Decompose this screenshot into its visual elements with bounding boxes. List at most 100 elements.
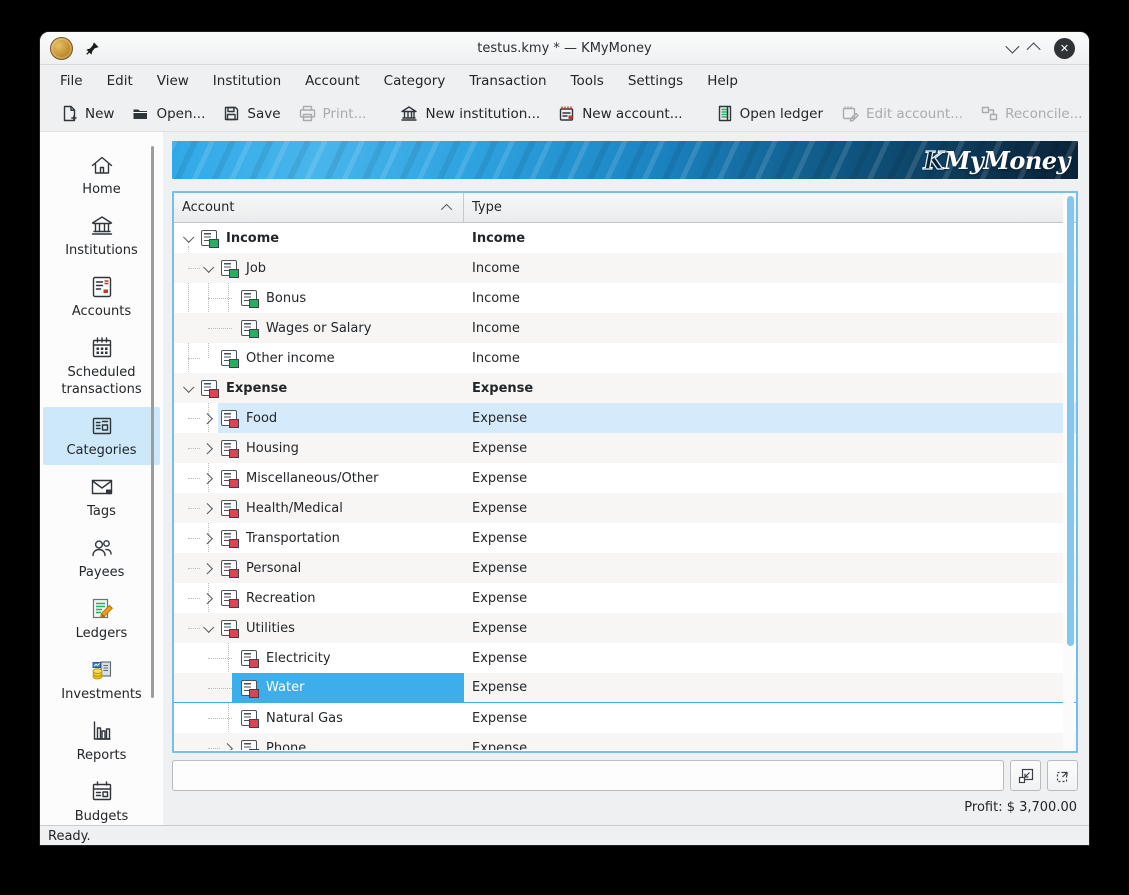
expander-icon[interactable] [180, 230, 196, 246]
new-account-button[interactable]: New account... [549, 101, 691, 126]
app-coin-icon [50, 37, 73, 60]
kmymoney-logo: KMyMoney [923, 146, 1078, 175]
expander-icon[interactable] [200, 500, 216, 516]
column-header-account[interactable]: Account [174, 193, 464, 222]
expander-icon[interactable] [200, 530, 216, 546]
tree-row-bonus[interactable]: Bonus Income [174, 283, 1076, 313]
expense-category-icon [241, 680, 257, 696]
investments-icon [89, 656, 115, 683]
expander-icon[interactable] [200, 260, 216, 276]
sidebar-item-institutions[interactable]: Institutions [43, 207, 160, 265]
menu-category[interactable]: Category [372, 69, 458, 93]
income-category-icon [241, 290, 257, 306]
tree-row-other-income[interactable]: Other income Income [174, 343, 1076, 373]
menu-help[interactable]: Help [695, 69, 750, 93]
expander-icon[interactable] [200, 410, 216, 426]
pin-icon[interactable] [85, 41, 100, 56]
sidebar-scrollbar[interactable] [151, 146, 154, 698]
column-header-type[interactable]: Type [464, 193, 1076, 222]
tree-row-personal[interactable]: Personal Expense [174, 553, 1076, 583]
menu-file[interactable]: File [48, 69, 95, 93]
tree-row-health-medical[interactable]: Health/Medical Expense [174, 493, 1076, 523]
tree-row-phone[interactable]: Phone Expense [174, 733, 1076, 750]
home-icon [89, 151, 115, 178]
expand-all-button[interactable] [1047, 760, 1078, 791]
reports-icon [89, 717, 115, 744]
tree-row-wages[interactable]: Wages or Salary Income [174, 313, 1076, 343]
tree-row-utilities[interactable]: Utilities Expense [174, 613, 1076, 643]
save-button[interactable]: Save [214, 101, 289, 126]
expander-icon[interactable] [200, 440, 216, 456]
table-header: Account Type [174, 193, 1076, 223]
maximize-icon[interactable] [1027, 42, 1041, 56]
search-filter-input[interactable] [172, 760, 1004, 791]
expense-category-icon [221, 560, 237, 576]
tree-row-expense[interactable]: Expense Expense [174, 373, 1076, 403]
expense-category-icon [241, 740, 257, 750]
sidebar-item-investments[interactable]: Investments [43, 651, 160, 709]
menu-settings[interactable]: Settings [616, 69, 695, 93]
sidebar-item-reports[interactable]: Reports [43, 712, 160, 770]
view-sidebar: Home Institutions Accounts Scheduled tra… [40, 132, 163, 825]
titlebar[interactable]: testus.kmy * — KMyMoney ✕ [40, 32, 1089, 65]
menu-transaction[interactable]: Transaction [457, 69, 558, 93]
expander-icon[interactable] [200, 620, 216, 636]
open-button[interactable]: Open... [123, 101, 214, 126]
expense-category-icon [241, 650, 257, 666]
menubar: File Edit View Institution Account Categ… [40, 65, 1089, 96]
expense-category-icon [221, 590, 237, 606]
expense-category-icon [201, 380, 217, 396]
collapse-all-button[interactable] [1010, 760, 1041, 791]
income-category-icon [221, 350, 237, 366]
sidebar-item-payees[interactable]: Payees [43, 529, 160, 587]
menu-edit[interactable]: Edit [95, 69, 145, 93]
table-scrollbar[interactable] [1067, 196, 1074, 646]
sidebar-item-tags[interactable]: Tags [43, 468, 160, 526]
tree-row-transportation[interactable]: Transportation Expense [174, 523, 1076, 553]
sidebar-item-budgets[interactable]: Budgets [43, 773, 160, 825]
expense-category-icon [221, 440, 237, 456]
tree-row-recreation[interactable]: Recreation Expense [174, 583, 1076, 613]
menu-institution[interactable]: Institution [201, 69, 293, 93]
categories-view: KMyMoney Account Type [163, 132, 1089, 825]
expander-icon[interactable] [200, 470, 216, 486]
expander-icon[interactable] [220, 740, 236, 750]
expander-icon[interactable] [200, 560, 216, 576]
sidebar-item-categories[interactable]: Categories [43, 407, 160, 465]
menu-tools[interactable]: Tools [559, 69, 616, 93]
expander-icon[interactable] [180, 380, 196, 396]
sidebar-item-home[interactable]: Home [43, 146, 160, 204]
menu-view[interactable]: View [145, 69, 201, 93]
edit-account-button[interactable]: Edit account... [832, 101, 972, 126]
window-title: testus.kmy * — KMyMoney [40, 41, 1089, 56]
expander-icon[interactable] [200, 590, 216, 606]
tree-row-job[interactable]: Job Income [174, 253, 1076, 283]
open-ledger-button[interactable]: Open ledger [708, 101, 832, 126]
accounts-icon [89, 273, 115, 300]
tree-row-electricity[interactable]: Electricity Expense [174, 643, 1076, 673]
new-button[interactable]: New [52, 101, 123, 126]
close-icon[interactable]: ✕ [1054, 38, 1075, 59]
profit-total: Profit: $ 3,700.00 [172, 800, 1078, 815]
sidebar-item-ledgers[interactable]: Ledgers [43, 590, 160, 648]
printer-icon [299, 105, 316, 122]
tree-row-income[interactable]: Income Income [174, 223, 1076, 253]
tree-row-water-selected[interactable]: Water Expense [174, 673, 1076, 703]
menu-account[interactable]: Account [293, 69, 372, 93]
tree-row-housing[interactable]: Housing Expense [174, 433, 1076, 463]
reconcile-button[interactable]: Reconcile... [972, 101, 1089, 126]
expense-category-icon [221, 500, 237, 516]
tree-row-food[interactable]: Food Expense [174, 403, 1076, 433]
print-button[interactable]: Print... [290, 101, 376, 126]
tree-row-miscellaneous[interactable]: Miscellaneous/Other Expense [174, 463, 1076, 493]
tree-row-natural-gas[interactable]: Natural Gas Expense [174, 703, 1076, 733]
categories-icon [89, 412, 115, 439]
categories-tree-table: Account Type Income Income [172, 191, 1078, 753]
edit-account-icon [841, 105, 859, 122]
sidebar-item-accounts[interactable]: Accounts [43, 268, 160, 326]
expense-category-icon [221, 470, 237, 486]
sidebar-item-scheduled-transactions[interactable]: Scheduled transactions [43, 329, 160, 404]
reconcile-icon [981, 105, 998, 122]
new-institution-button[interactable]: New institution... [391, 101, 549, 126]
minimize-icon[interactable] [1005, 40, 1019, 54]
